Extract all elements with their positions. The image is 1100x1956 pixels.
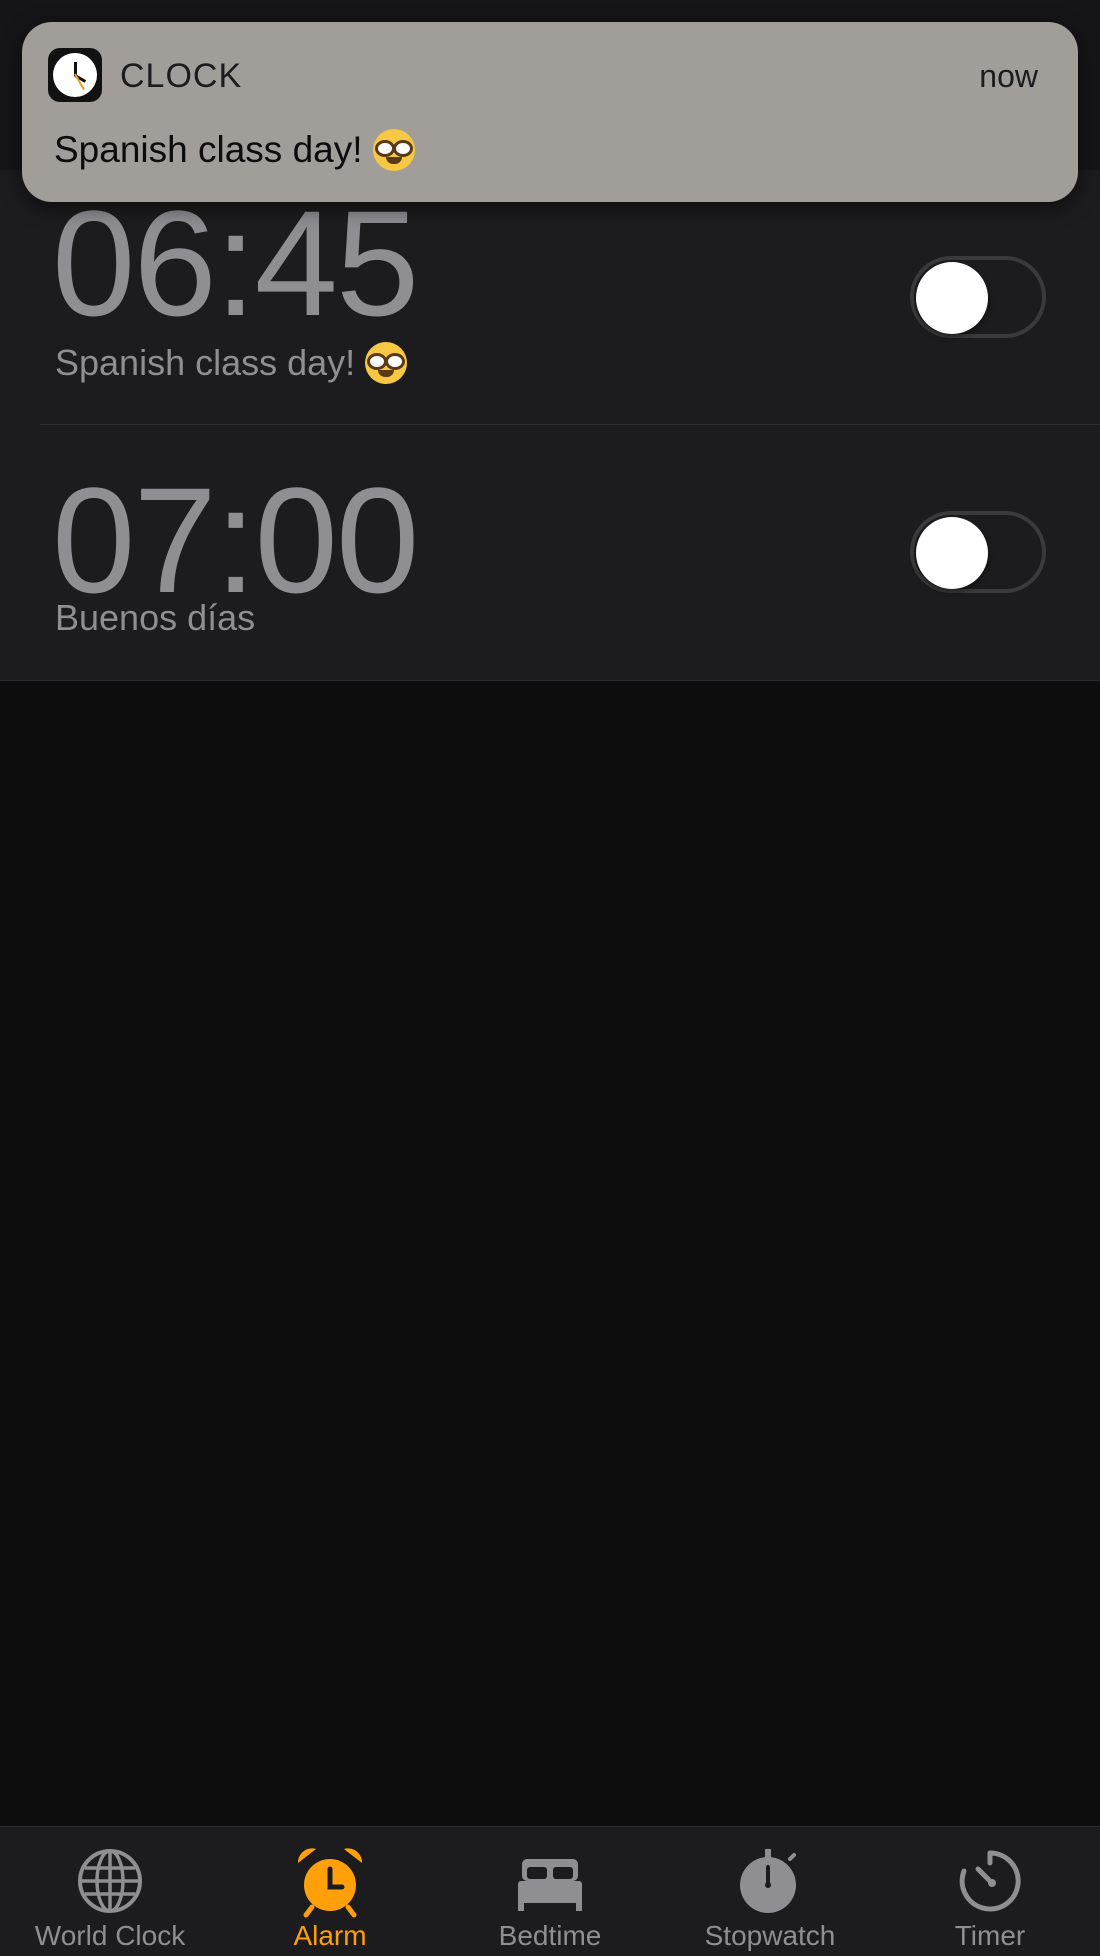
alarm-clock-icon: [297, 1848, 363, 1918]
globe-icon: [78, 1849, 142, 1913]
alarm-label: Buenos días: [55, 597, 256, 638]
tab-alarm[interactable]: Alarm: [220, 1827, 440, 1956]
tab-label: Timer: [954, 1920, 1026, 1951]
tab-label: Bedtime: [498, 1920, 602, 1951]
notification-app-name: CLOCK: [120, 57, 243, 95]
clock-app-icon: [48, 48, 102, 102]
tab-label: Alarm: [293, 1920, 367, 1951]
stopwatch-icon: [740, 1849, 796, 1913]
notification-time: now: [979, 58, 1038, 94]
nerd-face-emoji-icon: [372, 129, 415, 172]
alarm-toggle[interactable]: [910, 511, 1046, 593]
alarm-label-text: Spanish class day!: [55, 342, 356, 383]
tab-timer[interactable]: Timer: [880, 1827, 1100, 1956]
alarm-label: Spanish class day!: [55, 342, 408, 386]
bed-icon: [518, 1859, 582, 1911]
tab-stopwatch[interactable]: Stopwatch: [660, 1827, 880, 1956]
tab-bedtime[interactable]: Bedtime: [440, 1827, 660, 1956]
alarm-time: 07:00: [52, 456, 419, 624]
tab-world-clock[interactable]: World Clock: [0, 1827, 220, 1956]
alarm-row[interactable]: 07:00 Buenos días: [0, 425, 1100, 680]
toggle-knob: [916, 517, 988, 589]
timer-icon: [959, 1850, 1021, 1912]
alarm-toggle[interactable]: [910, 256, 1046, 338]
tab-label: World Clock: [34, 1920, 186, 1951]
alarm-list: 06:45 Spanish class day! 07:00 Buenos dí…: [0, 170, 1100, 681]
clock-app-screen: 06:45 Spanish class day! 07:00 Buenos dí…: [0, 0, 1100, 1956]
tab-label: Stopwatch: [704, 1920, 836, 1951]
tab-bar: World Clock Alarm Bedtime Stopwatch Time…: [0, 1826, 1100, 1956]
notification-banner[interactable]: CLOCK now Spanish class day!: [22, 22, 1078, 202]
alarm-row[interactable]: 06:45 Spanish class day!: [0, 170, 1100, 425]
toggle-knob: [916, 262, 988, 334]
notification-body: Spanish class day!: [54, 128, 415, 173]
nerd-face-emoji-icon: [365, 342, 408, 385]
alarm-time: 06:45: [52, 179, 419, 347]
notification-body-text: Spanish class day!: [54, 129, 363, 170]
